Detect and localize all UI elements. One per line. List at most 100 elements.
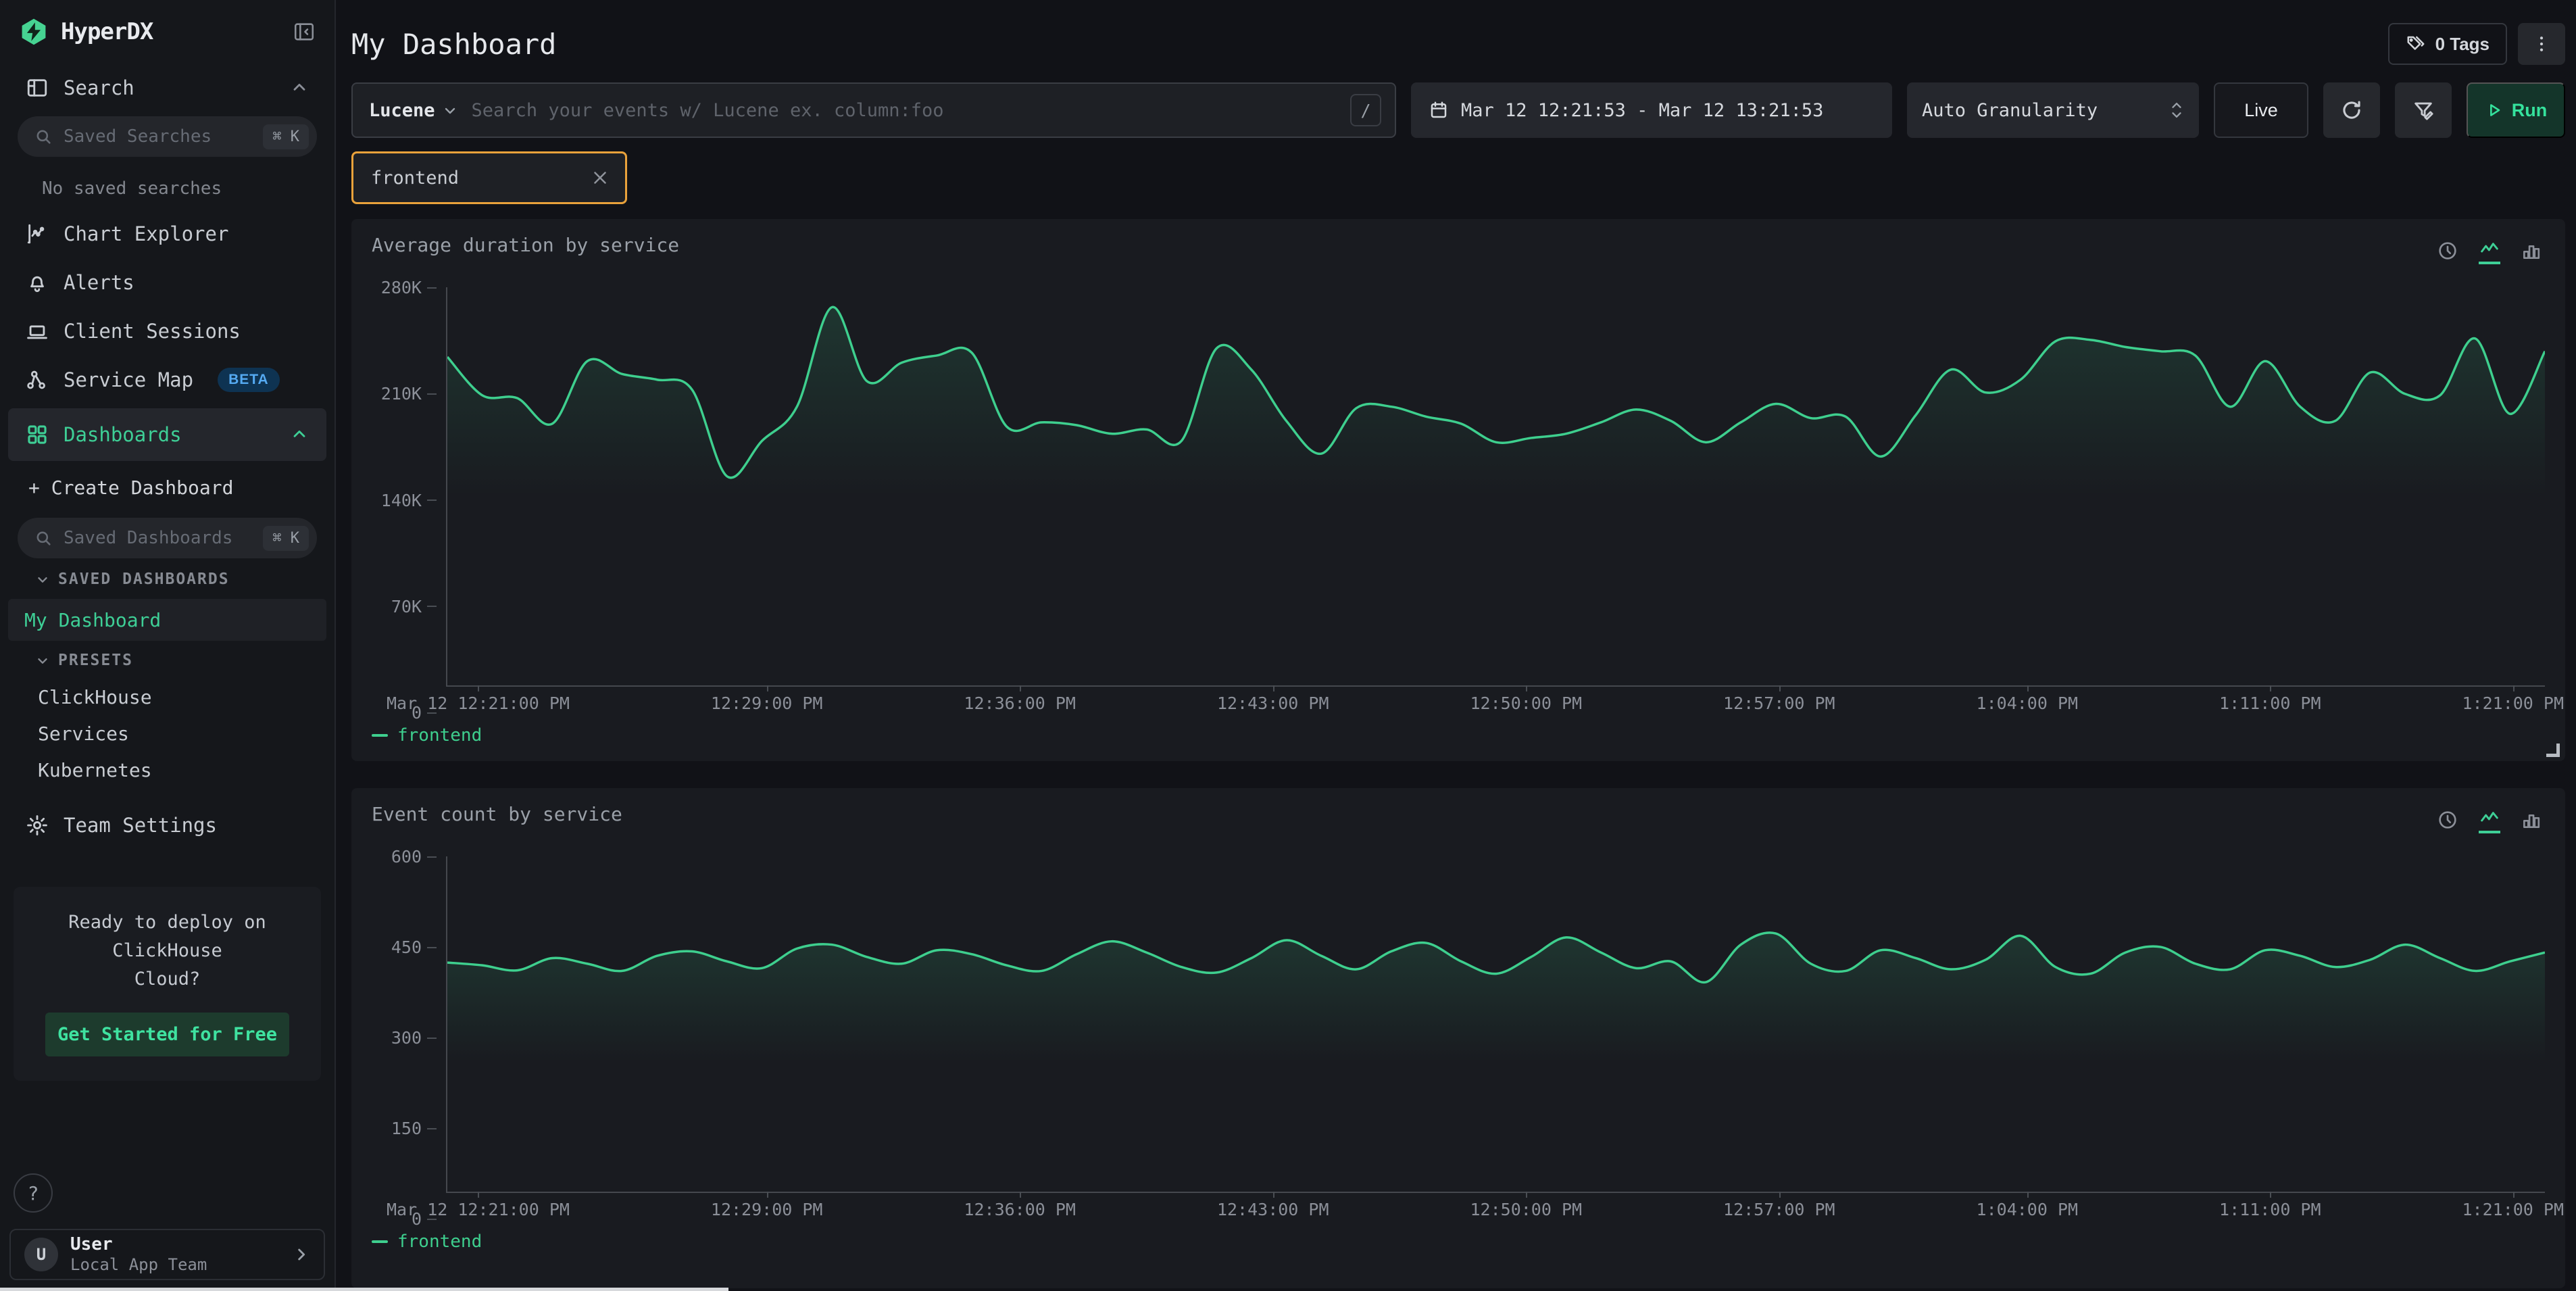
filter-chip-frontend[interactable]: frontend [351,151,627,204]
y-tick-label: 140K [381,491,437,510]
slash-shortcut-badge: / [1350,94,1381,126]
y-tick-label: 600 [391,847,437,867]
chevron-right-icon [291,1245,310,1264]
x-tick-label: 1:04:00 PM [1977,693,2079,713]
tags-label: 0 Tags [2435,34,2490,55]
sidebar-item-client-sessions[interactable]: Client Sessions [0,307,335,356]
plot-area: 280K210K140K70K0 Mar 12 12:21:00 PM12:29… [372,287,2545,713]
search-placeholder: Search your events w/ Lucene ex. column:… [472,100,1337,121]
x-tick-label: 12:36:00 PM [964,1200,1076,1219]
chevron-up-icon[interactable] [290,425,309,444]
y-tick-label: 450 [391,937,437,957]
x-tick-label: 1:21:00 PM [2462,693,2564,713]
line-series-frontend [447,856,2545,1192]
time-range-value: Mar 12 12:21:53 - Mar 12 13:21:53 [1461,100,1823,121]
clock-icon[interactable] [2437,809,2458,831]
user-name: User [70,1234,207,1255]
header-actions: 0 Tags [2388,23,2565,65]
plot-area: 6004503001500 Mar 12 12:21:00 PM12:29:00… [372,856,2545,1219]
sidebar-item-label: Team Settings [64,814,217,837]
x-tick-label: 1:04:00 PM [1977,1200,2079,1219]
sidebar-item-chart-explorer[interactable]: Chart Explorer [0,210,335,258]
event-search-input[interactable]: Lucene Search your events w/ Lucene ex. … [351,82,1396,138]
saved-dashboards-section[interactable]: SAVED DASHBOARDS [0,561,335,598]
x-tick-label: Mar 12 12:21:00 PM [387,1200,570,1219]
x-tick-label: 1:21:00 PM [2462,1200,2564,1219]
clickhouse-cloud-promo: Ready to deploy on ClickHouse Cloud? Get… [14,887,321,1081]
search-icon [34,127,53,146]
help-button[interactable]: ? [14,1173,53,1213]
chart-legend[interactable]: frontend [372,1232,2545,1252]
x-tick-label: Mar 12 12:21:00 PM [387,693,570,713]
saved-dashboards-input[interactable]: Saved Dashboards ⌘ K [18,518,317,558]
active-filters: frontend [351,151,2565,204]
chart-legend[interactable]: frontend [372,725,2545,746]
time-range-picker[interactable]: Mar 12 12:21:53 - Mar 12 13:21:53 [1411,82,1892,138]
sidebar-item-alerts[interactable]: Alerts [0,258,335,307]
user-menu[interactable]: U User Local App Team [9,1229,325,1280]
horizontal-scrollbar[interactable] [0,1288,728,1291]
run-label: Run [2512,100,2547,121]
x-tick-label: 12:57:00 PM [1723,1200,1835,1219]
get-started-button[interactable]: Get Started for Free [45,1013,290,1056]
select-chevrons-icon [2169,100,2184,120]
sidebar-spacer [0,1081,335,1173]
chart-toolbar [2437,806,2542,833]
search-icon [34,529,53,547]
x-tick-label: 12:36:00 PM [964,693,1076,713]
legend-label: frontend [397,725,482,746]
bar-chart-icon[interactable] [2521,809,2542,831]
live-button[interactable]: Live [2214,82,2308,138]
shortcut-badge: ⌘ K [263,526,309,551]
line-chart-toggle[interactable] [2479,806,2500,833]
presets-section[interactable]: PRESETS [0,642,335,679]
x-tick-label: 12:43:00 PM [1217,693,1329,713]
resize-handle[interactable] [2546,744,2560,757]
page-header: My Dashboard 0 Tags [351,0,2565,65]
line-chart-icon [2479,806,2500,827]
app-title: HyperDX [61,18,153,45]
chart-plot[interactable] [446,287,2545,687]
y-axis-labels: 6004503001500 [372,847,437,1229]
close-icon[interactable] [590,168,610,188]
language-select[interactable]: Lucene [369,100,458,121]
line-chart-toggle[interactable] [2479,237,2500,264]
axes-column: Mar 12 12:21:00 PM12:29:00 PM12:36:00 PM… [446,856,2545,1219]
axes-column: Mar 12 12:21:00 PM12:29:00 PM12:36:00 PM… [446,287,2545,713]
sidebar-item-search[interactable]: Search [0,64,335,112]
chart-plot[interactable] [446,856,2545,1193]
sidebar-collapse-icon[interactable] [293,20,316,43]
sidebar-item-label: Alerts [64,271,134,294]
promo-line1: Ready to deploy on ClickHouse [28,908,306,965]
chart-explorer-icon [26,222,49,245]
filter-chip-text: frontend [371,168,459,189]
chevron-down-icon [35,653,50,668]
preset-clickhouse[interactable]: ClickHouse [0,679,335,715]
y-tick-label: 280K [381,278,437,297]
tags-button[interactable]: 0 Tags [2388,23,2507,65]
chevron-up-icon[interactable] [290,78,309,97]
preset-kubernetes[interactable]: Kubernetes [0,752,335,788]
granularity-select[interactable]: Auto Granularity [1907,82,2199,138]
refresh-button[interactable] [2323,82,2380,138]
x-tick-label: 12:50:00 PM [1470,693,1582,713]
chevron-down-icon [35,572,50,587]
clock-icon[interactable] [2437,240,2458,262]
preset-services[interactable]: Services [0,715,335,752]
run-button[interactable]: Run [2467,82,2565,138]
saved-searches-placeholder: Saved Searches [64,126,212,147]
y-tick-label: 150 [391,1119,437,1138]
sidebar-item-dashboards[interactable]: Dashboards [8,408,326,461]
create-dashboard-button[interactable]: + Create Dashboard [0,461,335,514]
dashboard-menu-button[interactable] [2518,23,2565,65]
sidebar-item-team-settings[interactable]: Team Settings [0,799,335,852]
sidebar-item-service-map[interactable]: Service Map BETA [0,356,335,404]
chart-title: Event count by service [372,803,2545,825]
saved-searches-input[interactable]: Saved Searches ⌘ K [18,116,317,157]
kebab-icon [2531,34,2552,54]
y-axis-labels: 280K210K140K70K0 [372,278,437,723]
bar-chart-icon[interactable] [2521,240,2542,262]
sidebar-item-label: Dashboards [64,423,182,446]
saved-dashboard-my-dashboard[interactable]: My Dashboard [8,599,326,641]
filter-button[interactable] [2395,82,2452,138]
